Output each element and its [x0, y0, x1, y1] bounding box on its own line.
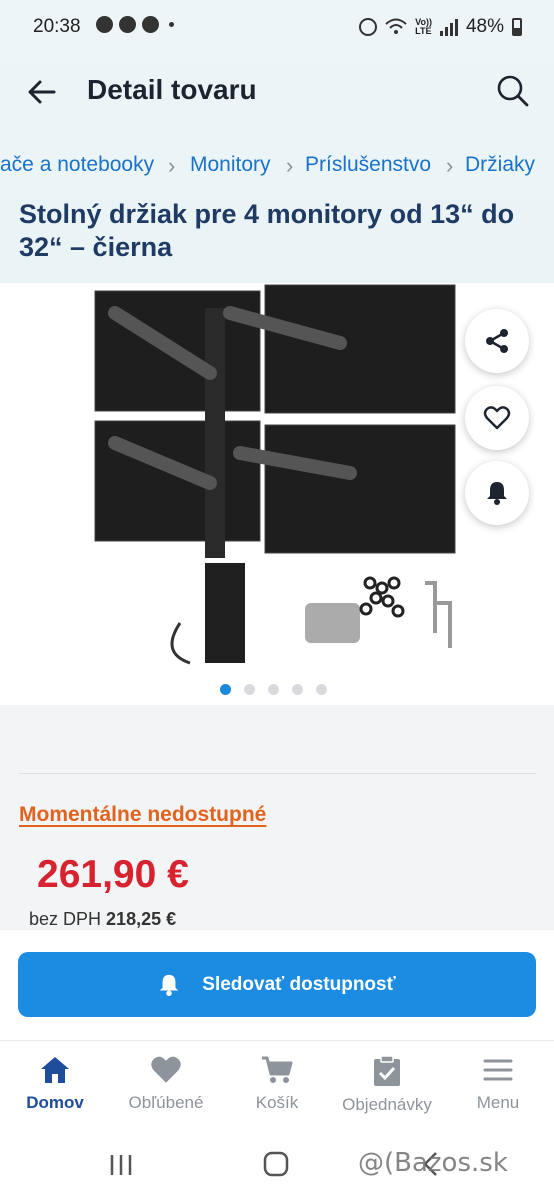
product-image[interactable] [90, 283, 470, 678]
bottom-navigation: Domov Obľúbené Košík Objednávky Menu [0, 1040, 554, 1130]
breadcrumb: ače a notebooky › Monitory › Príslušenst… [0, 153, 554, 183]
product-gallery[interactable] [0, 283, 554, 705]
alarm-icon [359, 18, 378, 36]
search-icon[interactable] [496, 74, 530, 108]
battery-text: 48% [465, 16, 504, 37]
product-price: 261,90 € [37, 853, 189, 896]
system-icons: Vo)) LTE 48% [359, 16, 522, 38]
chevron-right-icon: › [446, 153, 454, 178]
nav-favorites-label: Obľúbené [128, 1093, 204, 1112]
chevron-right-icon: › [286, 153, 294, 178]
bell-icon [487, 482, 507, 505]
app-bar: Detail tovaru [0, 60, 554, 122]
pagination-dot[interactable] [268, 684, 279, 695]
menu-icon [483, 1059, 513, 1081]
status-time: 20:38 [33, 16, 81, 37]
favorite-button[interactable] [465, 386, 529, 450]
breadcrumb-item[interactable]: ače a notebooky [0, 153, 154, 177]
heart-outline-icon [483, 406, 511, 430]
gallery-pagination [220, 684, 327, 695]
nav-favorites[interactable]: Obľúbené [116, 1055, 216, 1113]
product-title: Stolný držiak pre 4 monitory od 13“ do 3… [19, 199, 515, 262]
price-section: Momentálne nedostupné 261,90 € bez DPH 2… [0, 705, 554, 930]
battery-icon [512, 18, 522, 36]
nav-orders-label: Objednávky [342, 1095, 432, 1114]
pagination-dot[interactable] [220, 684, 231, 695]
signal-icon [439, 18, 458, 36]
back-arrow-icon[interactable] [26, 76, 58, 108]
home-icon [41, 1057, 69, 1083]
header-area: 20:38 Vo)) LTE 48% Detail tovaru ače a n… [0, 0, 554, 283]
notify-button[interactable] [465, 461, 529, 525]
price-without-vat: bez DPH 218,25 € [29, 909, 176, 930]
cart-icon [262, 1056, 293, 1083]
bell-icon [160, 974, 179, 996]
breadcrumb-item[interactable]: Monitory [190, 153, 271, 177]
volte-icon: Vo)) LTE [415, 17, 432, 36]
vat-price: 218,25 € [106, 909, 177, 929]
breadcrumb-item[interactable]: Príslušenstvo [305, 153, 431, 177]
nav-home-label: Domov [26, 1093, 84, 1112]
watermark: @(Bazos.sk [358, 1148, 508, 1178]
clipboard-icon [374, 1055, 400, 1086]
divider [19, 773, 536, 774]
page-title: Detail tovaru [87, 74, 257, 105]
status-bar: 20:38 Vo)) LTE 48% [0, 0, 554, 54]
availability-status[interactable]: Momentálne nedostupné [19, 803, 266, 827]
facebook-icon [142, 16, 159, 33]
pagination-dot[interactable] [316, 684, 327, 695]
nav-menu[interactable]: Menu [448, 1055, 548, 1113]
more-dot-icon [169, 22, 174, 27]
nav-menu-label: Menu [476, 1093, 520, 1112]
pagination-dot[interactable] [292, 684, 303, 695]
notification-icons [96, 16, 174, 33]
chevron-right-icon: › [168, 153, 176, 178]
share-icon [486, 329, 508, 353]
pagination-dot[interactable] [244, 684, 255, 695]
share-button[interactable] [465, 309, 529, 373]
nav-home[interactable]: Domov [5, 1055, 105, 1113]
watch-availability-button[interactable]: Sledovať dostupnosť [18, 952, 536, 1017]
vat-label: bez DPH [29, 909, 102, 929]
home-button-icon[interactable] [262, 1150, 290, 1178]
football-icon [96, 16, 113, 33]
wifi-icon [385, 18, 407, 34]
watch-availability-label: Sledovať dostupnosť [202, 973, 396, 995]
nav-cart-label: Košík [255, 1093, 299, 1112]
heart-icon [151, 1056, 181, 1083]
recent-apps-icon[interactable] [108, 1152, 134, 1178]
breadcrumb-item[interactable]: Držiaky [465, 153, 535, 177]
nav-cart[interactable]: Košík [227, 1055, 327, 1113]
chat-icon [119, 16, 136, 33]
nav-orders[interactable]: Objednávky [337, 1055, 437, 1115]
